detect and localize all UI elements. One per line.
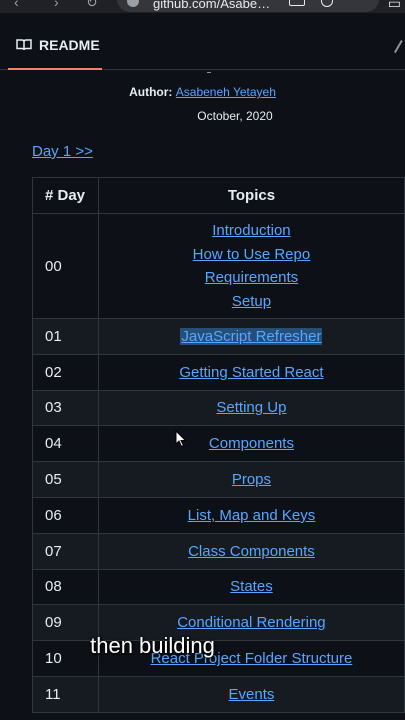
table-row: 03 Setting Up: [32, 389, 405, 427]
topics-cell: Introduction How to Use Repo Requirement…: [97, 213, 405, 319]
address-url[interactable]: github.com/Asabe…: [153, 0, 270, 11]
topic-cell: Events: [97, 675, 405, 713]
topic-link[interactable]: Setting Up: [216, 399, 286, 416]
table-row: 04 Components: [32, 425, 405, 463]
site-info-icon[interactable]: [127, 0, 139, 7]
table-row: 00 Introduction How to Use Repo Requirem…: [32, 213, 405, 319]
edit-pencil-icon[interactable]: [394, 39, 405, 57]
author-line: Author: Asabeneh Yetayeh: [0, 85, 405, 99]
table-header-row: # Day Topics: [32, 177, 405, 214]
topic-link[interactable]: Class Components: [188, 543, 315, 560]
extensions-icon[interactable]: ▭: [388, 0, 401, 12]
table-row: 07 Class Components: [32, 532, 405, 570]
table-row: 11 Events: [32, 675, 405, 713]
day-cell: 02: [32, 353, 99, 391]
video-caption: then building: [0, 633, 405, 659]
topic-link-how-to-use-repo[interactable]: How to Use Repo: [99, 243, 404, 267]
table-row: 08 States: [32, 568, 405, 606]
day-cell: 03: [32, 389, 99, 427]
author-link[interactable]: Asabeneh Yetayeh: [176, 85, 276, 99]
header-day: # Day: [32, 177, 99, 214]
address-bar[interactable]: github.com/Asabe…: [117, 0, 379, 12]
back-icon[interactable]: ‹: [14, 0, 19, 10]
day-cell: 04: [32, 425, 99, 463]
topic-link[interactable]: Props: [232, 471, 271, 488]
topic-cell: States: [97, 568, 405, 606]
topic-cell: Class Components: [97, 532, 405, 570]
topic-link[interactable]: Components: [209, 435, 294, 452]
topic-link-requirements[interactable]: Requirements: [99, 266, 404, 290]
browser-toolbar: ‹ › ↻ github.com/Asabe… ▭: [0, 0, 405, 13]
topic-cell: JavaScript Refresher: [97, 318, 405, 355]
readme-label: README: [39, 37, 100, 53]
topic-link-introduction[interactable]: Introduction: [99, 219, 404, 243]
book-icon: [16, 39, 32, 51]
table-row: 02 Getting Started React: [32, 353, 405, 391]
day-cell: 06: [32, 496, 99, 534]
bookmark-star-icon[interactable]: [321, 0, 333, 7]
header-topics: Topics: [97, 177, 405, 214]
topic-cell: Setting Up: [97, 389, 405, 427]
day-cell: 01: [32, 318, 99, 355]
table-row: 05 Props: [32, 461, 405, 498]
reload-icon[interactable]: ↻: [86, 0, 98, 11]
readme-header: README: [0, 13, 405, 70]
day-cell: 11: [32, 675, 99, 713]
divider: [138, 69, 332, 70]
table-row: 06 List, Map and Keys: [32, 496, 405, 534]
day-cell: 05: [32, 461, 99, 498]
day-cell: 07: [32, 532, 99, 570]
topic-link[interactable]: States: [230, 578, 273, 595]
mouse-cursor-icon: [175, 430, 187, 448]
day-cell: 00: [32, 213, 99, 319]
topic-link[interactable]: Events: [229, 686, 275, 703]
caption-text: then building: [90, 633, 215, 658]
topic-cell: Components: [97, 425, 405, 463]
topic-link[interactable]: Conditional Rendering: [177, 614, 325, 631]
forward-icon[interactable]: ›: [54, 0, 59, 10]
readme-tab[interactable]: README: [8, 13, 102, 70]
cast-icon[interactable]: [289, 0, 305, 6]
topic-link[interactable]: Getting Started React: [179, 364, 323, 381]
day1-link[interactable]: Day 1 >>: [32, 143, 93, 160]
topic-cell: List, Map and Keys: [97, 496, 405, 534]
divider-mark: [207, 72, 211, 73]
topic-link[interactable]: List, Map and Keys: [188, 507, 316, 524]
topic-link[interactable]: JavaScript Refresher: [180, 327, 323, 345]
day-cell: 08: [32, 568, 99, 606]
topic-cell: Getting Started React: [97, 353, 405, 391]
author-label: Author:: [129, 85, 173, 99]
topic-cell: Props: [97, 461, 405, 498]
publish-date: October, 2020: [197, 109, 273, 123]
table-row: 01 JavaScript Refresher: [32, 318, 405, 355]
topic-link-setup[interactable]: Setup: [99, 290, 404, 314]
